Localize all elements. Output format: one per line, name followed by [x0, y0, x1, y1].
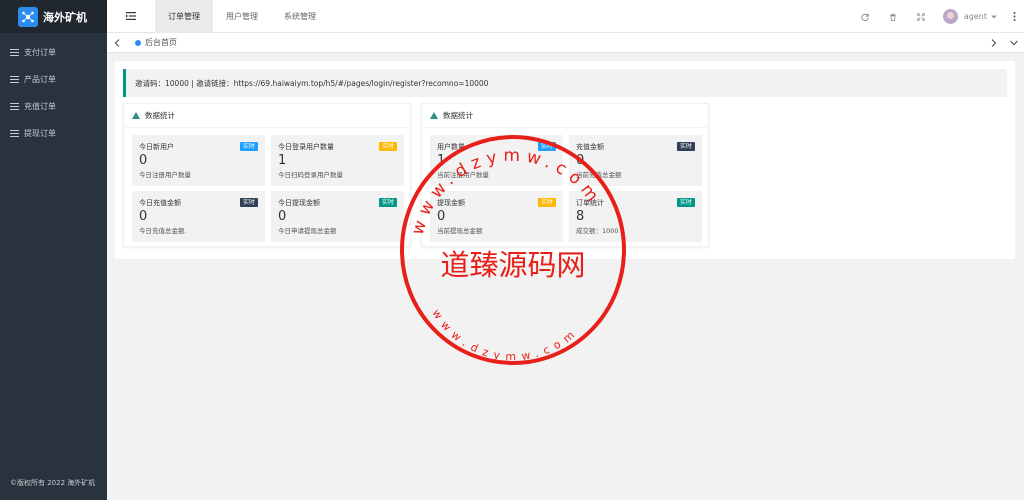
refresh-button[interactable]: [851, 0, 879, 33]
tab-system-management[interactable]: 系统管理: [271, 0, 329, 33]
refresh-icon: [861, 13, 869, 21]
tabs-scroll-left-button[interactable]: [107, 33, 127, 53]
header-actions: agent: [851, 0, 1024, 33]
realtime-badge: 实时: [537, 142, 556, 151]
list-icon: [10, 49, 19, 56]
realtime-badge: 实时: [378, 198, 397, 207]
stat-value: 0: [139, 153, 148, 168]
stat-value: 0: [278, 209, 287, 224]
realtime-badge: 实时: [676, 142, 695, 151]
sidebar: 海外矿机 支付订单 产品订单 充值订单 提现订单 ©版权所有 2022 海外矿机: [0, 0, 107, 500]
realtime-badge: 实时: [239, 142, 258, 151]
realtime-badge: 实时: [378, 142, 397, 151]
page-tabs-bar: 后台首页: [107, 33, 1024, 53]
more-button[interactable]: [1004, 0, 1024, 33]
stat-desc: 今日充值总金额.: [139, 227, 187, 235]
card-header: 数据统计: [422, 104, 708, 128]
user-menu[interactable]: agent: [935, 0, 1004, 33]
top-header: 订单管理 用户管理 系统管理 agent: [107, 0, 1024, 33]
stat-today-new-users: 今日新用户 0 今日注册用户数量 实时: [132, 135, 265, 186]
menu-fold-icon: [126, 12, 136, 20]
stat-desc: 当前提现总金额: [437, 227, 483, 235]
card-title: 数据统计: [443, 111, 473, 120]
tabs-dropdown-button[interactable]: [1004, 33, 1024, 53]
chevron-down-icon: [1010, 40, 1018, 46]
stat-desc: 今日扫码登录用户数量: [278, 171, 343, 179]
stat-value: 8: [576, 209, 585, 224]
sidebar-item-withdraw-orders[interactable]: 提现订单: [0, 120, 107, 147]
tab-home[interactable]: 后台首页: [127, 37, 185, 48]
logo-icon: [18, 6, 38, 27]
tab-order-management[interactable]: 订单管理: [155, 0, 213, 33]
stat-value: 1: [278, 153, 287, 168]
stat-desc: 今日申请提现总金额: [278, 227, 337, 235]
stat-today-login-users: 今日登录用户数量 1 今日扫码登录用户数量 实时: [271, 135, 404, 186]
avatar: [942, 9, 958, 24]
watermark-bottom-text: www.dzymw.com: [429, 307, 581, 363]
list-icon: [10, 130, 19, 137]
stat-today-withdraw: 今日提现金额 0 今日申请提现总金额 实时: [271, 191, 404, 242]
fullscreen-icon: [917, 12, 925, 21]
stat-value: 0: [576, 153, 585, 168]
stat-value: 0: [139, 209, 148, 224]
warning-icon: [430, 112, 438, 119]
tab-home-label: 后台首页: [145, 38, 177, 47]
chevron-left-icon: [114, 38, 120, 47]
realtime-badge: 实时: [676, 198, 695, 207]
invite-notice: 邀请码：10000 | 邀请链接：https://69.haiwaiym.top…: [123, 69, 1007, 97]
tab-user-management[interactable]: 用户管理: [213, 0, 271, 33]
stat-today-recharge: 今日充值金额 0 今日充值总金额. 实时: [132, 191, 265, 242]
stat-value: 1: [437, 153, 446, 168]
list-icon: [10, 76, 19, 83]
card-title: 数据统计: [145, 111, 175, 120]
more-icon: [1013, 12, 1015, 21]
main-content: 邀请码：10000 | 邀请链接：https://69.haiwaiym.top…: [115, 61, 1015, 259]
warning-icon: [132, 112, 140, 119]
card-header: 数据统计: [124, 104, 410, 128]
stat-desc: 今日注册用户数量: [139, 171, 191, 179]
stats-card-total: 数据统计 用户数量 1 当前注册用户数量 实时 充值金额 0 当前充值总金额 实…: [421, 103, 709, 247]
stat-desc: 成交额：1000: [576, 227, 619, 235]
sidebar-menu: 支付订单 产品订单 充值订单 提现订单: [0, 39, 107, 147]
realtime-badge: 实时: [239, 198, 258, 207]
sidebar-item-product-orders[interactable]: 产品订单: [0, 66, 107, 93]
stat-desc: 当前充值总金额: [576, 171, 622, 179]
sidebar-item-label: 提现订单: [24, 129, 56, 138]
clear-cache-button[interactable]: [879, 0, 907, 33]
username: agent: [963, 12, 987, 21]
stat-order-count: 订单统计 8 成交额：1000 实时: [569, 191, 702, 242]
sidebar-item-label: 支付订单: [24, 48, 56, 57]
fullscreen-button[interactable]: [907, 0, 935, 33]
stat-value: 0: [437, 209, 446, 224]
sidebar-toggle-button[interactable]: [107, 0, 155, 33]
stat-recharge-total: 充值金额 0 当前充值总金额 实时: [569, 135, 702, 186]
stat-user-count: 用户数量 1 当前注册用户数量 实时: [430, 135, 563, 186]
tabs-actions: [984, 33, 1024, 53]
realtime-badge: 实时: [537, 198, 556, 207]
active-dot-icon: [135, 39, 141, 46]
trash-icon: [890, 13, 896, 21]
sidebar-item-recharge-orders[interactable]: 充值订单: [0, 93, 107, 120]
stat-withdraw-total: 提现金额 0 当前提现总金额 实时: [430, 191, 563, 242]
caret-down-icon: [991, 15, 997, 18]
chevron-right-icon: [991, 39, 997, 47]
stat-desc: 当前注册用户数量: [437, 171, 489, 179]
copyright: ©版权所有 2022 海外矿机: [10, 479, 96, 487]
sidebar-item-payment-orders[interactable]: 支付订单: [0, 39, 107, 66]
sidebar-item-label: 充值订单: [24, 102, 56, 111]
app-name: 海外矿机: [43, 10, 87, 24]
stats-card-today: 数据统计 今日新用户 0 今日注册用户数量 实时 今日登录用户数量 1 今日扫码…: [123, 103, 411, 247]
tabs-scroll-right-button[interactable]: [984, 33, 1004, 53]
app-logo[interactable]: 海外矿机: [0, 0, 107, 33]
sidebar-item-label: 产品订单: [24, 75, 56, 84]
list-icon: [10, 103, 19, 110]
